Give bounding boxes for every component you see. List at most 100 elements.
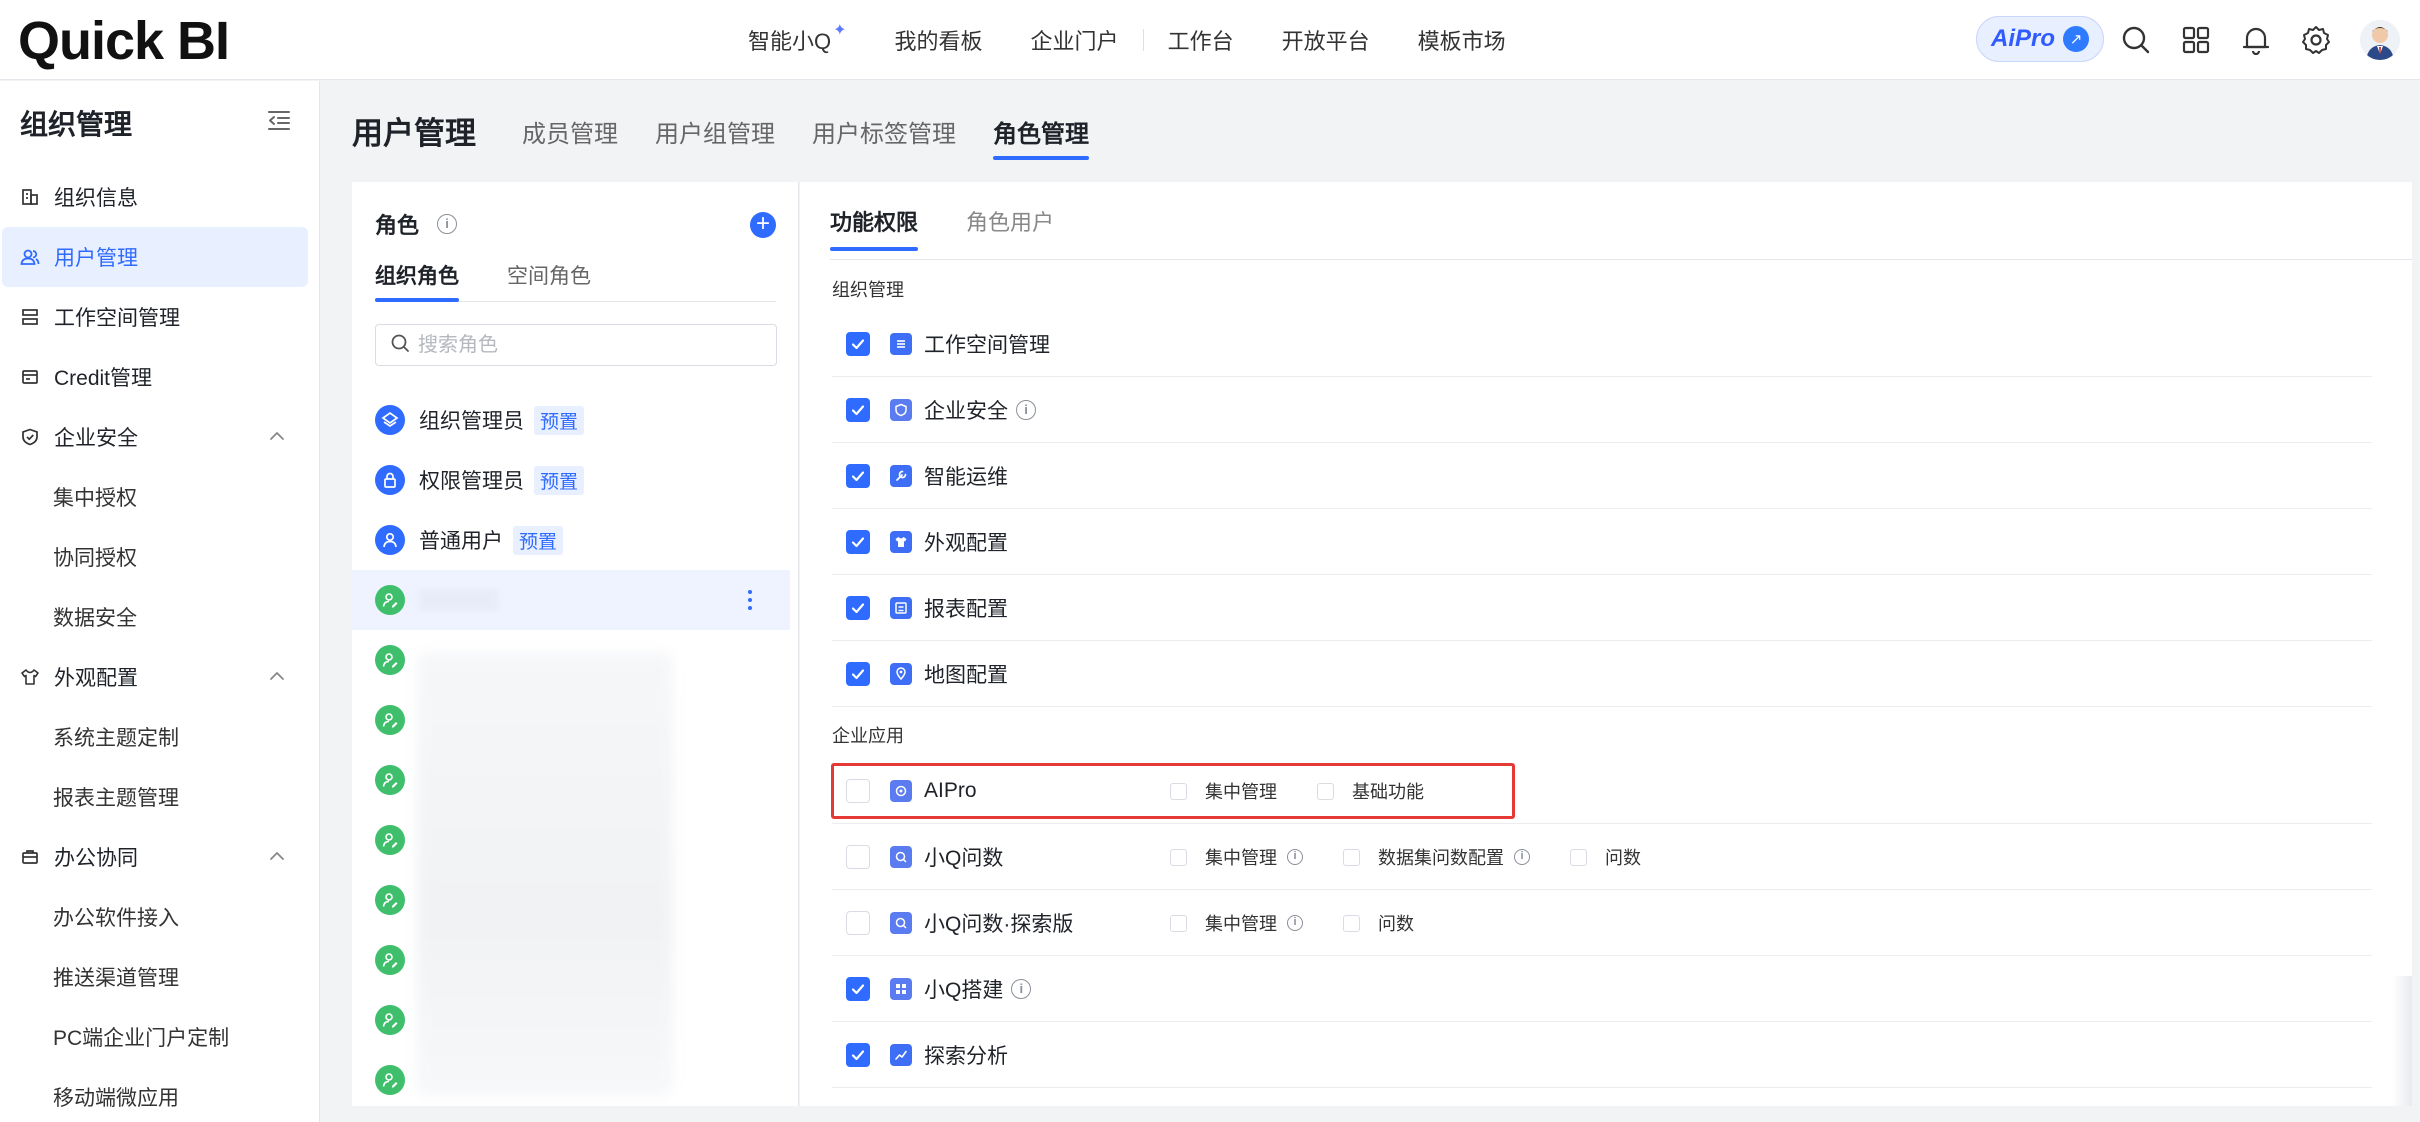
info-icon[interactable]: i xyxy=(1287,849,1303,865)
security-feature-icon xyxy=(890,398,912,421)
nav-workbench[interactable]: 工作台 xyxy=(1168,24,1234,56)
sub-option-central-management[interactable]: 集中管理 i xyxy=(1170,910,1303,936)
sub-option-dataset-qa-config[interactable]: 数据集问数配置 i xyxy=(1343,844,1530,870)
redacted-role-names-block xyxy=(417,652,673,1096)
sidebar-item-data-security[interactable]: 数据安全 xyxy=(0,587,320,647)
report-feature-icon xyxy=(890,596,912,619)
sub-option-central-management[interactable]: 集中管理 i xyxy=(1170,844,1303,870)
credit-icon xyxy=(20,367,40,387)
sidebar-item-pc-portal[interactable]: PC端企业门户定制 xyxy=(0,1007,320,1067)
nav-ai-assistant[interactable]: 智能小Q ✦ xyxy=(748,22,847,56)
sidebar-item-enterprise-security[interactable]: 企业安全 xyxy=(0,407,320,467)
chevron-up-icon[interactable] xyxy=(268,667,286,685)
checkbox-checked[interactable] xyxy=(846,661,870,686)
role-name: 普通用户 xyxy=(419,530,503,553)
info-icon[interactable]: i xyxy=(1514,849,1530,865)
role-item-normal-user[interactable]: 普通用户 预置 xyxy=(352,510,798,570)
sub-option-central-management[interactable]: 集中管理 xyxy=(1170,778,1277,804)
info-icon[interactable]: i xyxy=(1016,399,1036,420)
perm-row-appearance-config: 外观配置 xyxy=(832,509,2372,575)
nav-enterprise-portal[interactable]: 企业门户 xyxy=(1031,24,1119,56)
collapse-sidebar-icon[interactable] xyxy=(266,107,292,133)
sub-checkbox[interactable] xyxy=(1170,782,1187,800)
chevron-up-icon[interactable] xyxy=(268,427,286,445)
xiaoq-explore-sub-options: 集中管理 i 问数 xyxy=(1170,890,1454,956)
sub-checkbox[interactable] xyxy=(1343,914,1360,932)
sub-option-label: 问数 xyxy=(1605,848,1641,868)
gear-icon[interactable] xyxy=(2300,24,2332,56)
sub-option-qa[interactable]: 问数 xyxy=(1343,910,1414,936)
page-title: 用户管理 xyxy=(352,116,476,151)
checkbox-checked[interactable] xyxy=(846,595,870,620)
role-search-input[interactable] xyxy=(418,333,758,357)
sub-checkbox[interactable] xyxy=(1170,914,1187,932)
checkbox-checked[interactable] xyxy=(846,397,870,422)
checkbox-unchecked[interactable] xyxy=(846,910,870,935)
checkbox-unchecked[interactable] xyxy=(846,778,870,803)
role-item-org-admin[interactable]: 组织管理员 预置 xyxy=(352,390,798,450)
quick-bi-logo[interactable]: Quick BI xyxy=(18,10,230,72)
role-name: 权限管理员 xyxy=(419,470,524,493)
user-avatar[interactable] xyxy=(2360,20,2400,60)
aipro-button[interactable]: AiPro ↗ xyxy=(1976,16,2104,62)
sidebar-item-office-collab[interactable]: 办公协同 xyxy=(0,827,320,887)
tab-space-roles[interactable]: 空间角色 xyxy=(507,260,591,301)
perm-row-report-config: 报表配置 xyxy=(832,575,2372,641)
sidebar-item-org-info[interactable]: 组织信息 xyxy=(0,167,320,227)
sidebar-title: 组织管理 xyxy=(20,109,133,140)
perm-label: 工作空间管理 xyxy=(924,333,1050,357)
role-search[interactable] xyxy=(375,324,777,366)
info-icon[interactable]: i xyxy=(1287,915,1303,931)
sidebar-item-workspace-management[interactable]: 工作空间管理 xyxy=(0,287,320,347)
tab-role-users[interactable]: 角色用户 xyxy=(966,205,1054,237)
checkbox-checked[interactable] xyxy=(846,976,870,1001)
nav-template-market[interactable]: 模板市场 xyxy=(1418,24,1506,56)
sub-checkbox[interactable] xyxy=(1170,848,1187,866)
checkbox-checked[interactable] xyxy=(846,331,870,356)
sidebar-item-office-software[interactable]: 办公软件接入 xyxy=(0,887,320,947)
info-icon[interactable]: i xyxy=(437,214,458,234)
checkbox-unchecked[interactable] xyxy=(846,844,870,869)
sub-option-basic-features[interactable]: 基础功能 xyxy=(1317,778,1424,804)
role-item-permission-admin[interactable]: 权限管理员 预置 xyxy=(352,450,798,510)
search-icon[interactable] xyxy=(2120,24,2152,56)
sidebar-item-collaborative-auth[interactable]: 协同授权 xyxy=(0,527,320,587)
perm-row-map-config: 地图配置 xyxy=(832,641,2372,707)
sidebar-menu: 组织信息 用户管理 工作空间管理 Credit管理 企业安全 集中授权 协同授权… xyxy=(0,167,320,1122)
sidebar-item-mobile-app[interactable]: 移动端微应用 xyxy=(0,1067,320,1122)
checkbox-checked[interactable] xyxy=(846,529,870,554)
tab-roles[interactable]: 角色管理 xyxy=(993,108,1089,160)
sidebar-item-credit-management[interactable]: Credit管理 xyxy=(0,347,320,407)
checkbox-checked[interactable] xyxy=(846,463,870,488)
add-role-button[interactable]: + xyxy=(750,212,776,238)
info-icon[interactable]: i xyxy=(1011,978,1032,999)
sub-checkbox[interactable] xyxy=(1317,782,1334,800)
tab-user-groups[interactable]: 用户组管理 xyxy=(655,108,775,149)
tab-user-tags[interactable]: 用户标签管理 xyxy=(812,108,956,149)
more-actions-icon[interactable] xyxy=(740,586,760,614)
sidebar-item-report-theme[interactable]: 报表主题管理 xyxy=(0,767,320,827)
perm-label: 地图配置 xyxy=(924,663,1008,687)
perm-label: AIPro xyxy=(924,778,977,802)
checkbox-checked[interactable] xyxy=(846,1042,870,1067)
aipro-sub-options: 集中管理 基础功能 xyxy=(1170,758,1464,824)
sidebar-item-system-theme[interactable]: 系统主题定制 xyxy=(0,707,320,767)
sidebar-item-label: 工作空间管理 xyxy=(54,307,180,330)
bell-icon[interactable] xyxy=(2240,24,2272,56)
role-item-custom-selected[interactable] xyxy=(352,570,790,630)
apps-grid-icon[interactable] xyxy=(2180,24,2212,56)
sidebar-item-appearance-config[interactable]: 外观配置 xyxy=(0,647,320,707)
sub-checkbox[interactable] xyxy=(1343,848,1360,866)
nav-open-platform[interactable]: 开放平台 xyxy=(1282,24,1370,56)
sidebar-item-user-management[interactable]: 用户管理 xyxy=(2,227,308,287)
tab-org-roles[interactable]: 组织角色 xyxy=(375,260,459,302)
sidebar-item-push-channels[interactable]: 推送渠道管理 xyxy=(0,947,320,1007)
chevron-up-icon[interactable] xyxy=(268,847,286,865)
nav-my-dashboards[interactable]: 我的看板 xyxy=(895,24,983,56)
sub-checkbox[interactable] xyxy=(1570,848,1587,866)
sidebar-item-centralized-auth[interactable]: 集中授权 xyxy=(0,467,320,527)
tab-function-permissions[interactable]: 功能权限 xyxy=(830,205,919,251)
sub-option-qa[interactable]: 问数 xyxy=(1570,844,1641,870)
sidebar-item-label: Credit管理 xyxy=(54,367,153,390)
tab-members[interactable]: 成员管理 xyxy=(522,108,618,149)
